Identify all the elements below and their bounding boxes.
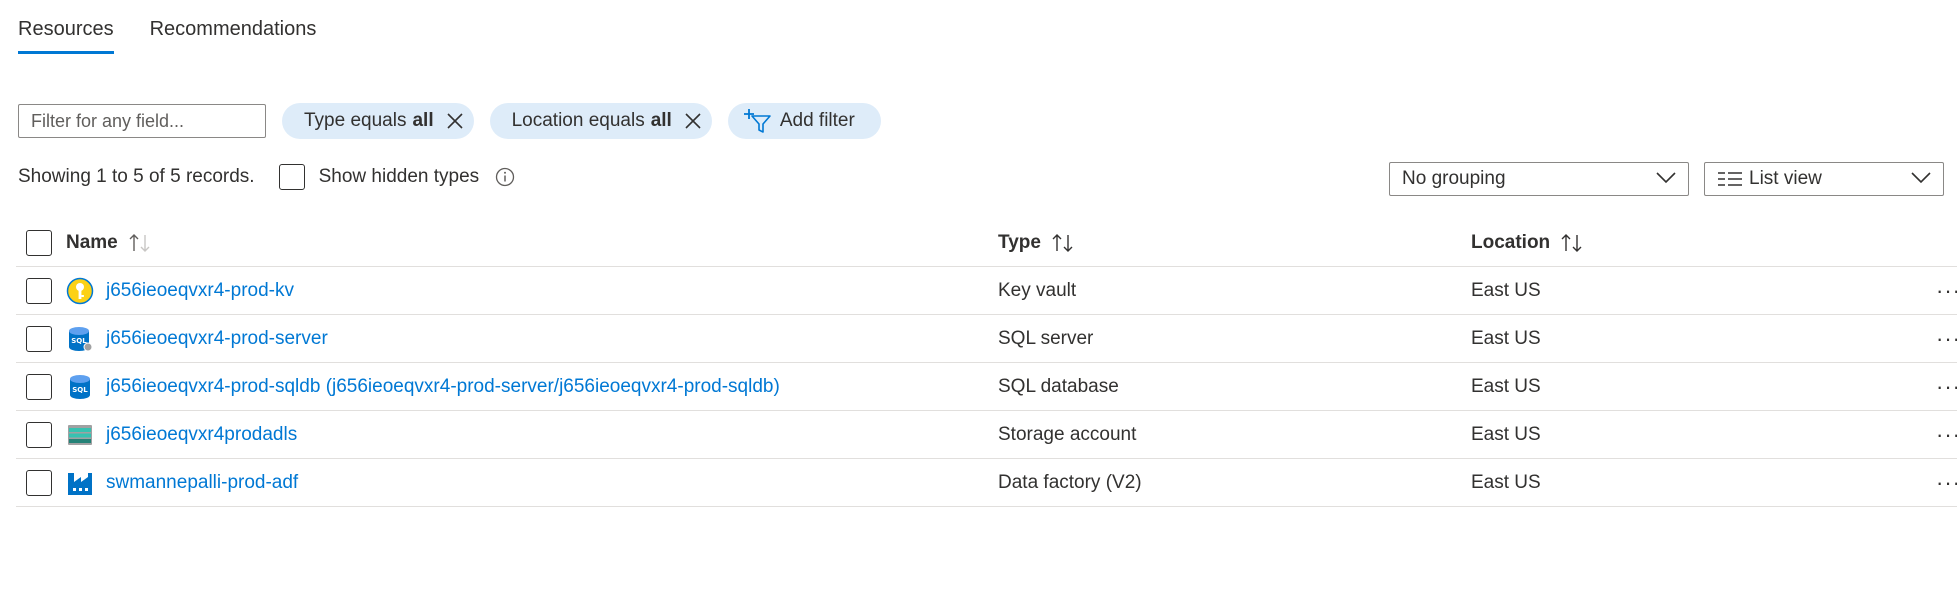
type-filter-label: Type equals: [304, 110, 407, 131]
row-checkbox[interactable]: [26, 421, 52, 448]
resource-type: Storage account: [998, 423, 1137, 445]
grouping-selected: No grouping: [1402, 168, 1506, 189]
row-checkbox[interactable]: [26, 277, 52, 304]
resource-location: East US: [1471, 423, 1541, 445]
svg-text:SQL: SQL: [72, 386, 88, 394]
row-checkbox[interactable]: [26, 373, 52, 400]
resource-location: East US: [1471, 279, 1541, 301]
row-checkbox[interactable]: [26, 469, 52, 496]
table-row[interactable]: SQL j656ieoeqvxr4-prod-sqldb (j656ieoeqv…: [16, 363, 1957, 411]
chevron-down-icon: [1656, 168, 1676, 190]
location-filter-pill[interactable]: Location equals all: [489, 103, 712, 139]
more-options-icon[interactable]: ···: [1936, 470, 1957, 496]
type-column-header[interactable]: Type: [998, 220, 1075, 266]
row-checkbox[interactable]: [26, 325, 52, 352]
records-count: Showing 1 to 5 of 5 records.: [18, 166, 255, 187]
close-icon[interactable]: [446, 112, 464, 130]
table-row[interactable]: j656ieoeqvxr4-prod-kv Key vault East US …: [16, 267, 1957, 315]
list-view-icon: [1717, 171, 1743, 187]
sql-database-icon: SQL: [66, 373, 94, 401]
sort-icon[interactable]: [1051, 233, 1075, 253]
type-filter-pill[interactable]: Type equals all: [282, 103, 474, 139]
sort-icon[interactable]: [1560, 233, 1584, 253]
resource-location: East US: [1471, 327, 1541, 349]
resource-name-link[interactable]: j656ieoeqvxr4-prod-server: [106, 328, 328, 350]
storage-account-icon: [66, 421, 94, 449]
select-all-checkbox[interactable]: [26, 230, 52, 256]
add-filter-button[interactable]: Add filter: [727, 103, 881, 139]
more-options-icon[interactable]: ···: [1936, 326, 1957, 352]
name-column-header[interactable]: Name: [66, 220, 152, 266]
resource-type: Data factory (V2): [998, 471, 1142, 493]
location-header-label: Location: [1471, 232, 1551, 253]
table-row[interactable]: swmannepalli-prod-adf Data factory (V2) …: [16, 459, 1957, 507]
key-vault-icon: [66, 277, 94, 305]
location-filter-label: Location equals: [511, 110, 645, 131]
info-icon[interactable]: [495, 167, 515, 187]
chevron-down-icon: [1911, 168, 1931, 190]
type-header-label: Type: [998, 232, 1041, 253]
resource-name-link[interactable]: j656ieoeqvxr4-prod-sqldb (j656ieoeqvxr4-…: [106, 376, 780, 398]
tab-bar: Resources Recommendations: [18, 18, 316, 54]
type-filter-value: all: [412, 110, 434, 131]
name-header-label: Name: [66, 232, 118, 253]
table-header: Name Type Location: [16, 220, 1957, 267]
resource-name-link[interactable]: j656ieoeqvxr4-prod-kv: [106, 280, 294, 302]
table-row[interactable]: SQL j656ieoeqvxr4-prod-server SQL server…: [16, 315, 1957, 363]
table-row[interactable]: j656ieoeqvxr4prodadls Storage account Ea…: [16, 411, 1957, 459]
grouping-dropdown[interactable]: No grouping: [1389, 162, 1689, 196]
add-filter-icon: [743, 108, 772, 134]
tab-recommendations[interactable]: Recommendations: [150, 18, 317, 54]
data-factory-icon: [66, 469, 94, 497]
tab-resources[interactable]: Resources: [18, 18, 114, 54]
resource-type: Key vault: [998, 279, 1077, 301]
more-options-icon[interactable]: ···: [1936, 422, 1957, 448]
resource-type: SQL database: [998, 375, 1119, 397]
resource-name-link[interactable]: swmannepalli-prod-adf: [106, 472, 298, 494]
resource-location: East US: [1471, 375, 1541, 397]
info-row: Showing 1 to 5 of 5 records. Show hidden…: [18, 164, 515, 190]
add-filter-label: Add filter: [779, 110, 855, 131]
sql-server-icon: SQL: [66, 325, 94, 353]
location-filter-value: all: [650, 110, 672, 131]
filter-input[interactable]: [18, 104, 266, 138]
location-column-header[interactable]: Location: [1471, 220, 1584, 266]
more-options-icon[interactable]: ···: [1936, 278, 1957, 304]
sort-icon[interactable]: [128, 233, 152, 253]
close-icon[interactable]: [684, 112, 702, 130]
view-selected: List view: [1749, 168, 1822, 189]
resource-name-link[interactable]: j656ieoeqvxr4prodadls: [106, 424, 297, 446]
filter-bar: Type equals all Location equals all Add …: [18, 103, 881, 139]
show-hidden-types-checkbox[interactable]: [278, 164, 305, 190]
resource-type: SQL server: [998, 327, 1094, 349]
resource-location: East US: [1471, 471, 1541, 493]
resources-table: Name Type Location j656ieoeqvxr4-prod-kv…: [16, 220, 1957, 507]
more-options-icon[interactable]: ···: [1936, 374, 1957, 400]
show-hidden-types-label: Show hidden types: [318, 166, 480, 187]
view-dropdown[interactable]: List view: [1704, 162, 1944, 196]
